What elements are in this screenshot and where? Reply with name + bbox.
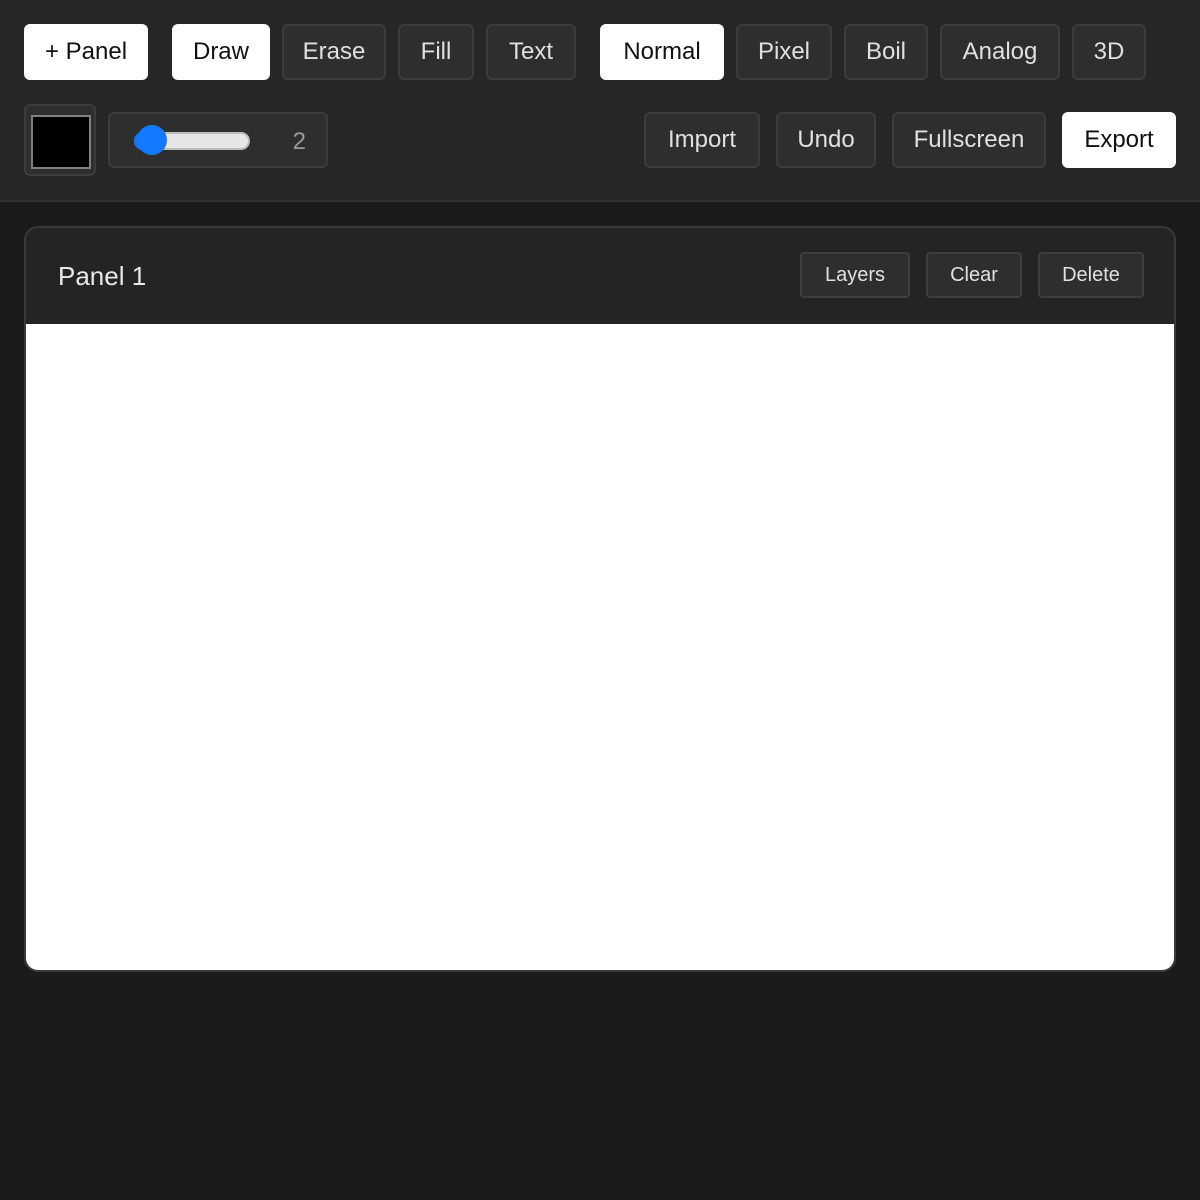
panel-header: Panel 1 Layers Clear Delete	[26, 228, 1174, 324]
panel-title: Panel 1	[58, 261, 147, 291]
tool-draw-button[interactable]: Draw	[172, 24, 270, 80]
mode-pixel-button[interactable]: Pixel	[736, 24, 832, 80]
brush-size-slider-thumb[interactable]	[136, 125, 167, 155]
brush-color-swatch[interactable]	[31, 115, 91, 169]
tool-fill-button[interactable]: Fill	[398, 24, 474, 80]
import-button[interactable]: Import	[644, 112, 760, 168]
comic-panel: Panel 1 Layers Clear Delete	[24, 226, 1176, 972]
export-button[interactable]: Export	[1062, 112, 1176, 168]
delete-button[interactable]: Delete	[1038, 252, 1144, 298]
brush-size-control: 2	[108, 112, 328, 168]
add-panel-button[interactable]: + Panel	[24, 24, 148, 80]
mode-3d-button[interactable]: 3D	[1072, 24, 1146, 80]
mode-normal-button[interactable]: Normal	[600, 24, 724, 80]
toolbar: + Panel Draw Erase Fill Text Normal Pixe…	[0, 0, 1200, 202]
mode-analog-button[interactable]: Analog	[940, 24, 1060, 80]
brush-size-value: 2	[292, 128, 306, 155]
color-picker[interactable]	[24, 104, 96, 176]
clear-button[interactable]: Clear	[926, 252, 1022, 298]
fullscreen-button[interactable]: Fullscreen	[892, 112, 1046, 168]
tool-text-button[interactable]: Text	[486, 24, 576, 80]
mode-boil-button[interactable]: Boil	[844, 24, 928, 80]
undo-button[interactable]: Undo	[776, 112, 876, 168]
layers-button[interactable]: Layers	[800, 252, 910, 298]
tool-erase-button[interactable]: Erase	[282, 24, 386, 80]
drawing-canvas[interactable]	[26, 324, 1174, 970]
